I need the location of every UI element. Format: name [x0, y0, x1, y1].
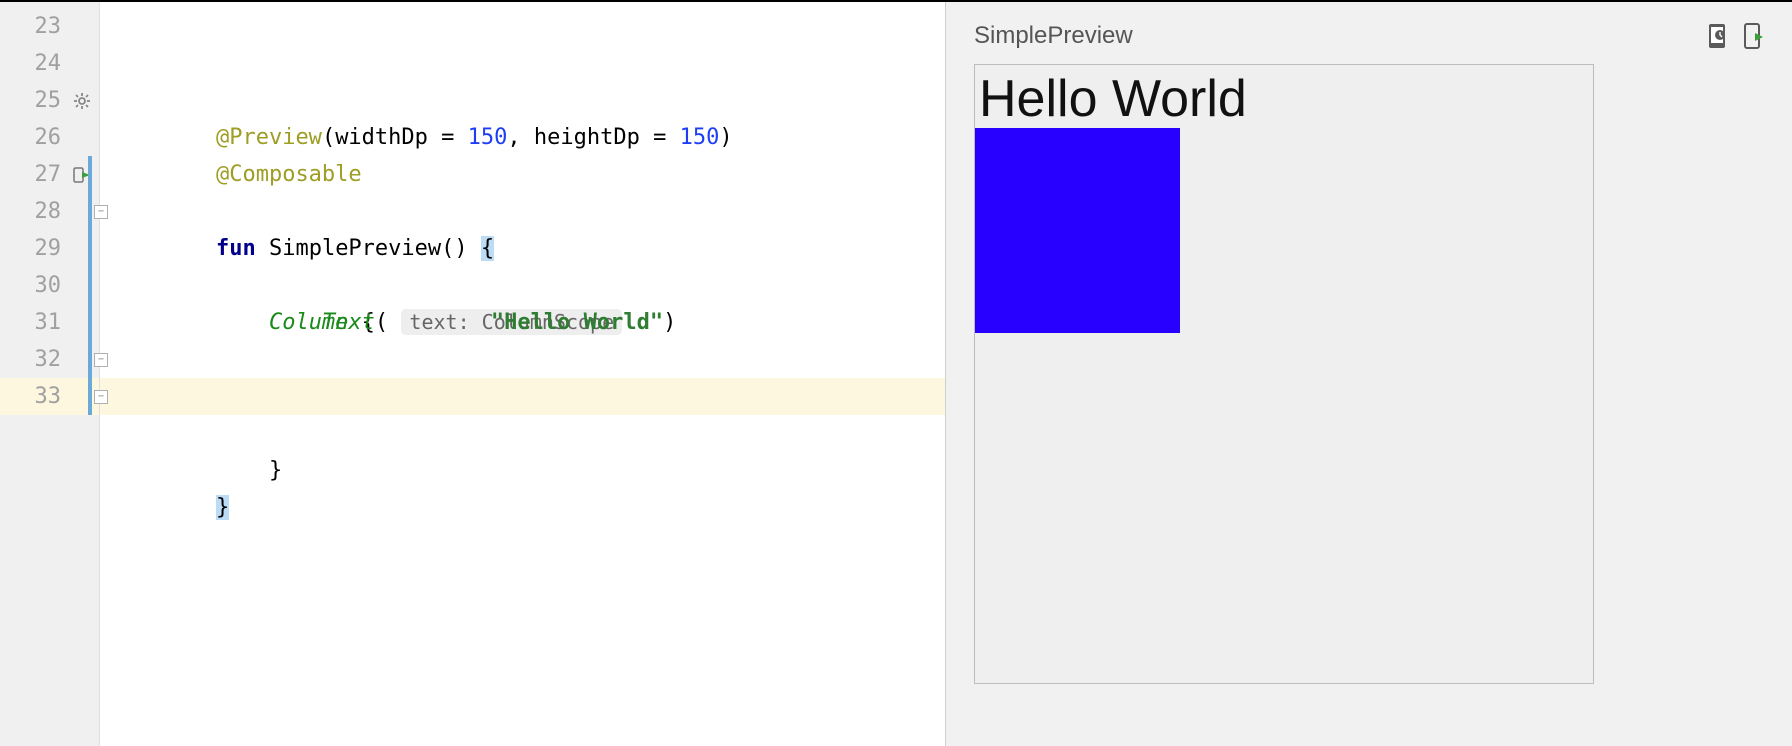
code-line-23[interactable]: [100, 8, 945, 45]
code-line-26[interactable]: @Composable: [100, 119, 945, 156]
code-line-32[interactable]: − }: [100, 341, 945, 378]
code-line-33[interactable]: − }: [100, 378, 945, 415]
gutter-line-27[interactable]: 27: [0, 156, 99, 193]
line-number: 31: [29, 304, 61, 341]
line-number: 27: [29, 156, 61, 193]
gutter-line-30[interactable]: 30: [0, 267, 99, 304]
brace-close: }: [269, 458, 282, 483]
preview-title: SimplePreview: [974, 22, 1133, 50]
preview-text-hello-world: Hello World: [975, 65, 1593, 128]
compose-preview-pane: SimplePreview: [945, 2, 1792, 746]
gutter-line-25[interactable]: 25: [0, 82, 99, 119]
app-root: 2324252627282930313233 @Preview(widthDp …: [0, 0, 1792, 746]
line-number: 32: [29, 341, 61, 378]
preview-header: SimplePreview: [974, 22, 1764, 50]
change-marker: [88, 156, 92, 193]
line-number: 30: [29, 267, 61, 304]
indent: [216, 458, 269, 483]
change-marker: [88, 378, 92, 415]
code-line-30[interactable]: [100, 267, 945, 304]
line-number: 26: [29, 119, 61, 156]
editor-body[interactable]: @Preview(widthDp = 150, heightDp = 150) …: [100, 2, 945, 746]
line-number: 23: [29, 8, 61, 45]
brace-close-selected: }: [216, 495, 229, 520]
change-marker: [88, 267, 92, 304]
gutter-line-29[interactable]: 29: [0, 230, 99, 267]
gutter-line-26[interactable]: 26: [0, 119, 99, 156]
line-number: 25: [29, 82, 61, 119]
gutter-line-28[interactable]: 28: [0, 193, 99, 230]
gutter-line-23[interactable]: 23: [0, 8, 99, 45]
gear-icon[interactable]: [73, 92, 91, 110]
code-editor-pane: 2324252627282930313233 @Preview(widthDp …: [0, 2, 945, 746]
preview-canvas[interactable]: Hello World: [974, 64, 1594, 684]
fold-toggle-icon[interactable]: −: [94, 390, 108, 404]
code-line-31[interactable]: Box(Modifier.background(Color.Blue).size…: [100, 304, 945, 341]
code-line-25[interactable]: @Preview(widthDp = 150, heightDp = 150): [100, 82, 945, 119]
gutter-spacer: [73, 129, 91, 147]
code-line-29[interactable]: Text( text: "Hello World"): [100, 230, 945, 267]
gutter-line-32[interactable]: 32: [0, 341, 99, 378]
deploy-preview-icon[interactable]: [1742, 23, 1764, 49]
line-number: 28: [29, 193, 61, 230]
gutter-spacer: [73, 55, 91, 73]
code-line-24[interactable]: [100, 45, 945, 82]
line-number: 33: [29, 378, 61, 415]
fold-toggle-icon[interactable]: −: [94, 353, 108, 367]
editor-gutter[interactable]: 2324252627282930313233: [0, 2, 100, 746]
interactive-preview-icon[interactable]: [1706, 23, 1728, 49]
fold-toggle-icon[interactable]: −: [94, 205, 108, 219]
gutter-line-31[interactable]: 31: [0, 304, 99, 341]
line-number: 24: [29, 45, 61, 82]
line-number: 29: [29, 230, 61, 267]
gutter-line-24[interactable]: 24: [0, 45, 99, 82]
code-line-27[interactable]: fun SimplePreview() {: [100, 156, 945, 193]
change-marker: [88, 230, 92, 267]
change-marker: [88, 193, 92, 230]
code-line-28[interactable]: − Column { this: ColumnScope: [100, 193, 945, 230]
gutter-line-33[interactable]: 33: [0, 378, 99, 415]
preview-blue-box: [975, 128, 1180, 333]
change-marker: [88, 341, 92, 378]
gutter-spacer: [73, 18, 91, 36]
change-marker: [88, 304, 92, 341]
